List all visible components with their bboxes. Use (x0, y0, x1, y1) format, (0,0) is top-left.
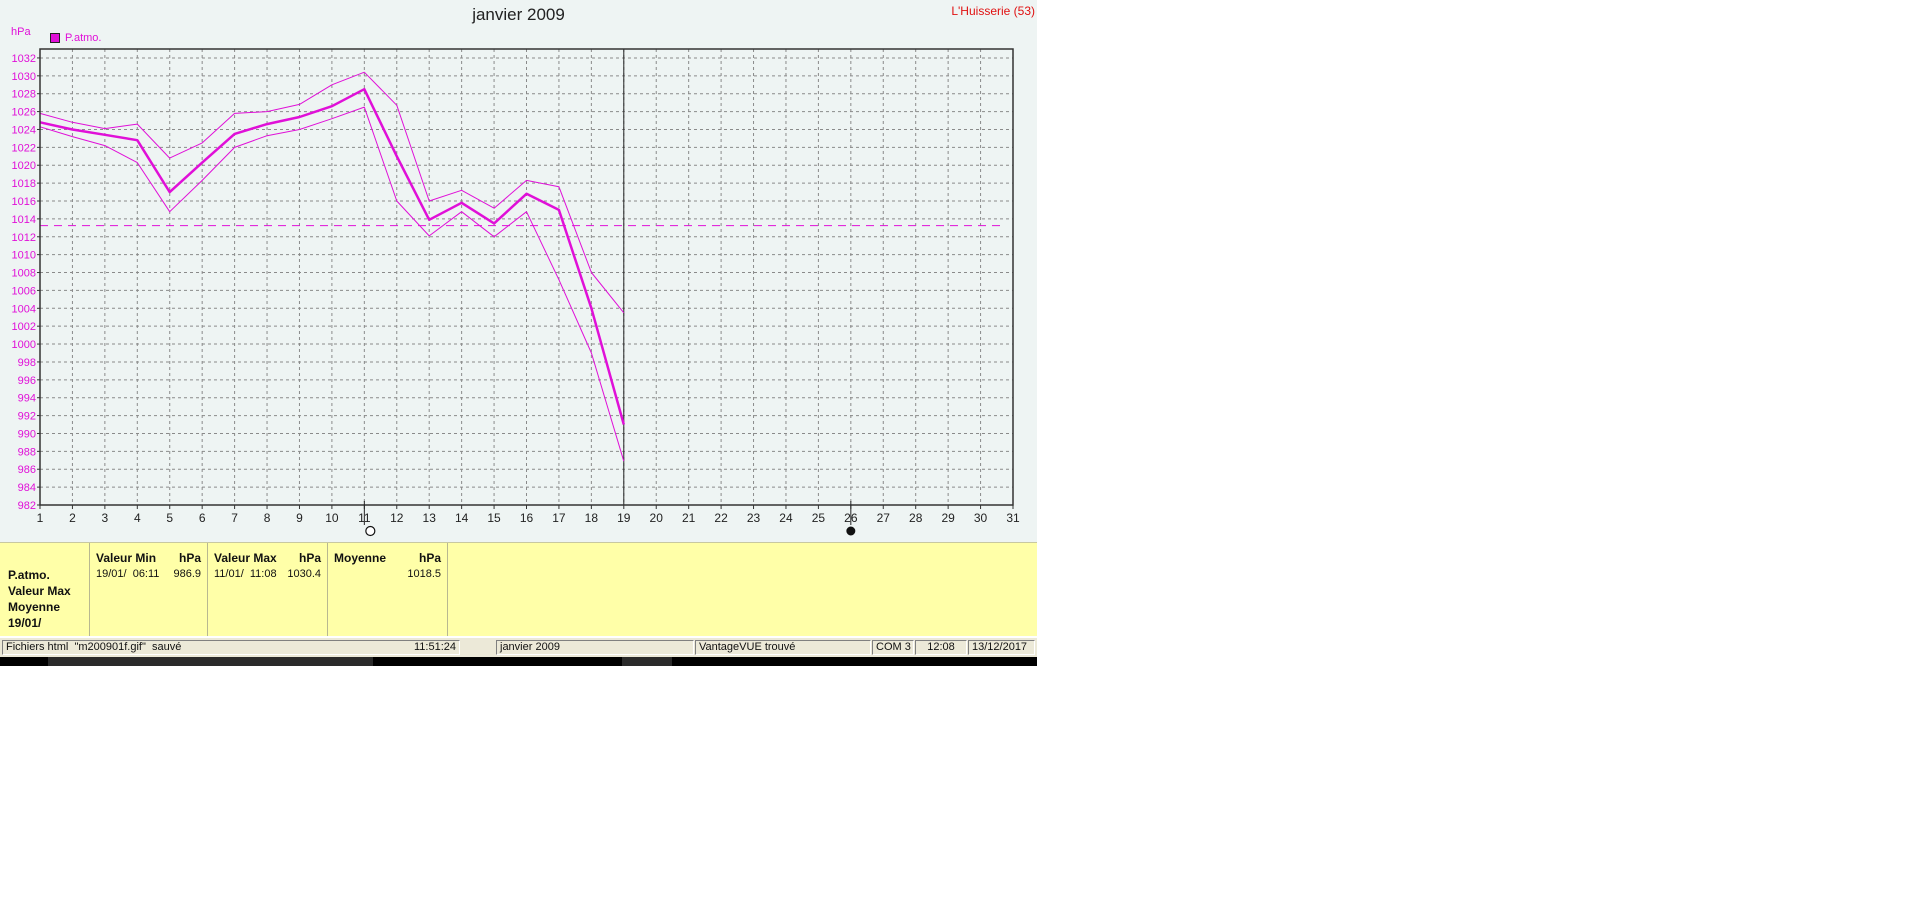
x-tick-label: 29 (941, 511, 955, 525)
y-tick-label: 1006 (12, 285, 36, 297)
y-tick-label: 986 (18, 464, 36, 476)
x-tick-label: 6 (199, 511, 206, 525)
legend-swatch (50, 33, 60, 43)
x-tick-label: 12 (390, 511, 404, 525)
stats-panel: P.atmo. Valeur Max Moyenne 19/01/ Valeur… (0, 542, 1037, 636)
status-time: 11:51:24 (413, 641, 456, 653)
x-tick-label: 5 (166, 511, 173, 525)
full-moon-icon (365, 525, 376, 537)
y-tick-label: 1014 (12, 214, 36, 226)
stat-min-title: Valeur Min (96, 551, 157, 565)
stat-max-box: Valeur Max hPa 11/01/ 11:08 1030.4 (208, 543, 328, 636)
x-tick-label: 2 (69, 511, 76, 525)
stats-label-sensor: P.atmo. (8, 568, 50, 582)
x-tick-label: 17 (552, 511, 566, 525)
x-tick-label: 10 (325, 511, 339, 525)
x-tick-label: 9 (296, 511, 303, 525)
x-tick-label: 28 (909, 511, 923, 525)
y-tick-label: 1028 (12, 89, 36, 101)
pressure-chart: 1 2 3 4 5 6 7 8 9 10 11 12 13 14 15 16 17 18 19 20 21 22 23 24 2… (12, 48, 1020, 537)
x-tick-label: 24 (779, 511, 793, 525)
x-tick-label: 8 (264, 511, 271, 525)
x-tick-label: 4 (134, 511, 141, 525)
y-tick-label: 982 (18, 500, 36, 512)
status-port: COM 3 (872, 640, 914, 655)
stats-label-avg: Moyenne (8, 600, 61, 614)
strip-segment (622, 657, 672, 666)
y-tick-label: 988 (18, 446, 36, 458)
status-date: 13/12/2017 (968, 640, 1035, 655)
stat-max-title: Valeur Max (214, 551, 277, 565)
x-tick-label: 13 (423, 511, 437, 525)
chart-area: 1 2 3 4 5 6 7 8 9 10 11 12 13 14 15 16 17 18 19 20 21 22 23 24 2… (0, 0, 1037, 542)
y-tick-label: 1020 (12, 160, 36, 172)
x-tick-label: 16 (520, 511, 534, 525)
y-tick-label: 984 (18, 482, 36, 494)
y-tick-label: 1000 (12, 339, 36, 351)
x-tick-label: 20 (650, 511, 664, 525)
stat-avg-title: Moyenne (334, 551, 387, 565)
x-tick-label: 23 (747, 511, 761, 525)
stat-min-box: Valeur Min hPa 19/01/ 06:11 986.9 (90, 543, 208, 636)
x-tick-label: 30 (974, 511, 988, 525)
weather-app-window: 1 2 3 4 5 6 7 8 9 10 11 12 13 14 15 16 17 18 19 20 21 22 23 24 2… (0, 0, 1037, 667)
y-tick-label: 1024 (12, 124, 36, 136)
bottom-strip (0, 657, 1037, 666)
stat-min-value: 986.9 (173, 568, 201, 580)
x-tick-label: 1 (37, 511, 44, 525)
y-tick-label: 1018 (12, 178, 36, 190)
stat-min-date: 19/01/ 06:11 (96, 568, 160, 580)
legend[interactable]: P.atmo. (50, 32, 102, 44)
y-tick-label: 998 (18, 357, 36, 369)
status-message-text: Fichiers html "m200901f.gif" sauvé (6, 641, 182, 653)
stats-labels: P.atmo. Valeur Max Moyenne 19/01/ (0, 543, 90, 636)
new-moon-icon (846, 526, 856, 536)
y-tick-label: 1030 (12, 71, 36, 83)
y-tick-label: 996 (18, 375, 36, 387)
y-tick-label: 1010 (12, 250, 36, 262)
stat-avg-value: 1018.5 (407, 568, 441, 580)
stat-min-unit: hPa (178, 551, 201, 565)
y-tick-label: 992 (18, 411, 36, 423)
stat-avg-unit: hPa (418, 551, 441, 565)
y-tick-label: 1016 (12, 196, 36, 208)
stat-max-date: 11/01/ 11:08 (214, 568, 277, 580)
x-tick-label: 15 (487, 511, 501, 525)
x-tick-label: 7 (231, 511, 238, 525)
y-tick-label: 1004 (12, 303, 36, 315)
legend-label: P.atmo. (65, 32, 102, 44)
x-tick-label: 22 (714, 511, 728, 525)
x-tick-label: 3 (102, 511, 109, 525)
y-tick-label: 1012 (12, 232, 36, 244)
stat-max-value: 1030.4 (287, 568, 321, 580)
x-tick-label: 14 (455, 511, 469, 525)
strip-segment (48, 657, 373, 666)
x-tick-label: 27 (877, 511, 891, 525)
chart-title: janvier 2009 (472, 5, 565, 24)
status-clock: 12:08 (915, 640, 967, 655)
y-unit-label: hPa (11, 26, 31, 38)
stat-max-unit: hPa (298, 551, 321, 565)
stat-avg-box: Moyenne hPa 1018.5 (328, 543, 448, 636)
stats-label-date: 19/01/ (8, 616, 42, 630)
y-tick-label: 1008 (12, 268, 36, 280)
status-bar: Fichiers html "m200901f.gif" sauvé 11:51… (0, 637, 1037, 658)
status-period: janvier 2009 (496, 640, 694, 655)
stats-label-max: Valeur Max (8, 584, 71, 598)
x-tick-label: 19 (617, 511, 631, 525)
x-tick-label: 18 (585, 511, 599, 525)
y-tick-label: 990 (18, 428, 36, 440)
y-tick-label: 1002 (12, 321, 36, 333)
y-tick-label: 1032 (12, 53, 36, 65)
y-tick-label: 994 (18, 393, 36, 405)
x-tick-label: 21 (682, 511, 696, 525)
status-message: Fichiers html "m200901f.gif" sauvé 11:51… (2, 640, 460, 655)
y-tick-label: 1026 (12, 107, 36, 119)
x-tick-label: 31 (1006, 511, 1020, 525)
status-device: VantageVUE trouvé (695, 640, 871, 655)
y-tick-label: 1022 (12, 142, 36, 154)
station-name: L'Huisserie (53) (951, 4, 1035, 18)
x-tick-label: 25 (812, 511, 826, 525)
